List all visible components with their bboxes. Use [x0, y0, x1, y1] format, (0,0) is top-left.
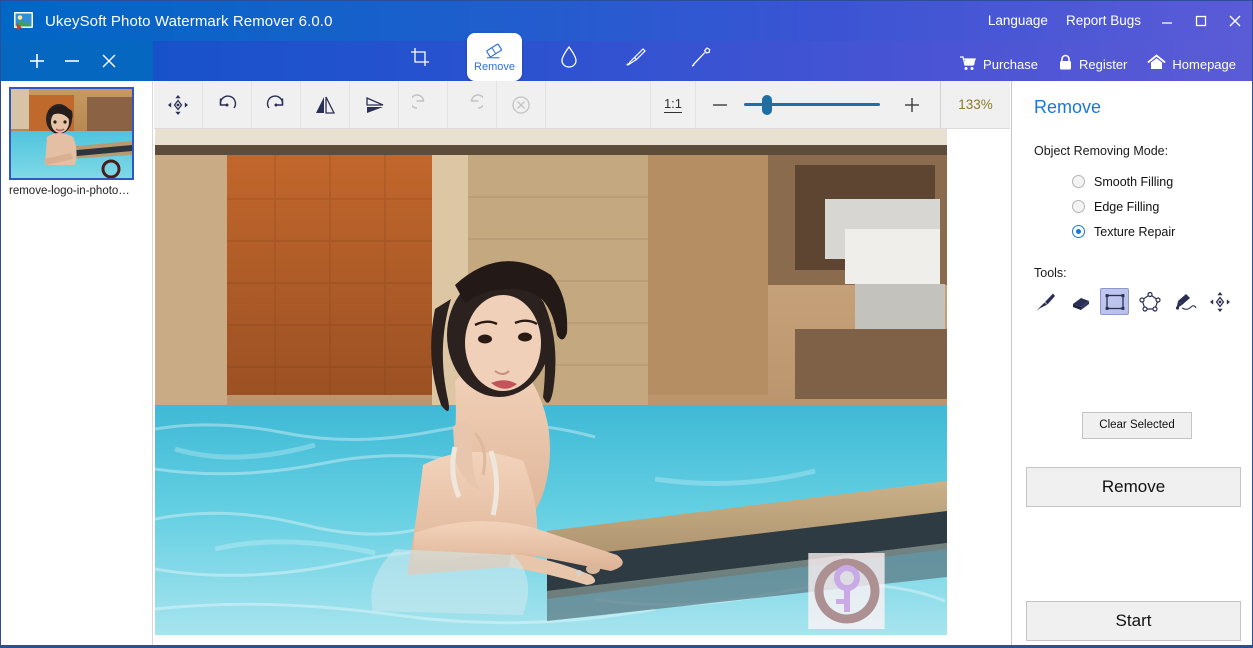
register-label: Register [1078, 56, 1128, 72]
flip-vertical-button[interactable] [350, 81, 399, 128]
zoom-in-button[interactable] [888, 81, 936, 128]
tab-crop[interactable] [401, 38, 439, 76]
tools-label: Tools: [1034, 266, 1067, 280]
home-icon [1147, 54, 1166, 74]
clear-selected-button[interactable]: Clear Selected [1082, 412, 1192, 439]
object-removing-mode-group: Smooth Filling Edge Filling Texture Repa… [1072, 169, 1252, 244]
application-window: UkeySoft Photo Watermark Remover 6.0.0 L… [0, 0, 1253, 648]
purchase-label: Purchase [983, 56, 1038, 72]
tool-polygon-select[interactable] [1135, 288, 1164, 315]
radio-texture-repair[interactable]: Texture Repair [1072, 219, 1252, 244]
thumbnail-item[interactable]: remove-logo-in-photo… [1, 81, 145, 197]
move-tool-button[interactable] [154, 81, 203, 128]
bottom-border [1, 645, 1252, 647]
tab-remove-label: Remove [474, 60, 515, 73]
maximize-button[interactable] [1184, 1, 1218, 41]
fit-ratio-label: 1:1 [663, 96, 683, 113]
radio-edge-filling[interactable]: Edge Filling [1072, 194, 1252, 219]
report-bugs-menu[interactable]: Report Bugs [1057, 1, 1150, 41]
tab-remove[interactable]: Remove [467, 33, 522, 81]
image-list-sidebar: remove-logo-in-photo… [1, 81, 153, 647]
ribbon-links: Purchase Register Homepage [951, 47, 1244, 81]
radio-texture-repair-label: Texture Repair [1094, 224, 1176, 239]
panel-title: Remove [1034, 97, 1102, 117]
tab-brush[interactable] [616, 38, 654, 76]
radio-edge-filling-label: Edge Filling [1094, 199, 1160, 214]
radio-texture-repair-icon[interactable] [1072, 225, 1085, 238]
rotate-left-button[interactable] [203, 81, 252, 128]
homepage-label: Homepage [1172, 56, 1236, 72]
window-title: UkeySoft Photo Watermark Remover 6.0.0 [45, 12, 333, 30]
radio-edge-filling-icon[interactable] [1072, 200, 1085, 213]
radio-smooth-filling[interactable]: Smooth Filling [1072, 169, 1252, 194]
thumbnail-image[interactable] [9, 87, 134, 180]
tab-blur[interactable] [550, 38, 588, 76]
zoom-level-value: 133% [940, 81, 1010, 128]
homepage-link[interactable]: Homepage [1139, 49, 1244, 79]
tool-eraser[interactable] [1065, 288, 1094, 315]
tab-magic[interactable] [682, 38, 720, 76]
cart-icon [959, 55, 977, 74]
remove-panel: Remove Object Removing Mode: Smooth Fill… [1011, 81, 1252, 647]
tool-brush[interactable] [1030, 288, 1059, 315]
rotate-right-button[interactable] [252, 81, 301, 128]
thumbnail-filename: remove-logo-in-photo… [9, 185, 130, 197]
clear-images-button[interactable] [87, 41, 131, 81]
canvas-toolbar: 1:1 133% [154, 81, 1010, 129]
title-bar-right: Language Report Bugs [979, 1, 1252, 41]
zoom-slider[interactable] [744, 81, 888, 128]
fit-ratio-button[interactable]: 1:1 [650, 81, 696, 128]
remove-button[interactable]: Remove [1026, 467, 1241, 507]
radio-smooth-filling-label: Smooth Filling [1094, 174, 1174, 189]
tool-move[interactable] [1205, 288, 1234, 315]
zoom-out-button[interactable] [696, 81, 744, 128]
start-button[interactable]: Start [1026, 601, 1241, 641]
reset-button[interactable] [497, 81, 546, 128]
language-menu[interactable]: Language [979, 1, 1057, 41]
object-removing-mode-label: Object Removing Mode: [1034, 144, 1169, 158]
tool-pen-select[interactable] [1170, 288, 1199, 315]
zoom-slider-knob[interactable] [762, 95, 772, 115]
app-photo-icon [13, 11, 35, 31]
purchase-link[interactable]: Purchase [951, 49, 1046, 79]
selection-rectangle[interactable] [808, 553, 884, 629]
tool-rectangle-select[interactable] [1100, 288, 1129, 315]
close-button[interactable] [1218, 1, 1252, 41]
register-link[interactable]: Register [1050, 49, 1135, 79]
ribbon-tool-tabs: Remove [401, 33, 720, 81]
tools-row [1030, 288, 1252, 315]
redo-button[interactable] [448, 81, 497, 128]
lock-icon [1058, 54, 1073, 74]
radio-smooth-filling-icon[interactable] [1072, 175, 1085, 188]
canvas-area[interactable] [154, 129, 1010, 647]
flip-horizontal-button[interactable] [301, 81, 350, 128]
minimize-button[interactable] [1150, 1, 1184, 41]
undo-button[interactable] [399, 81, 448, 128]
